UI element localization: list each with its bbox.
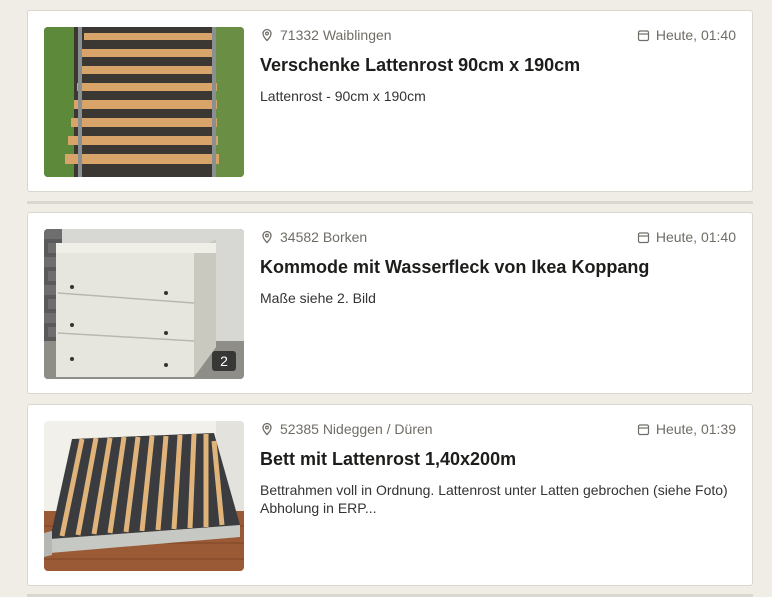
location-text: 34582 Borken [280,229,368,245]
divider [27,201,753,204]
location-text: 71332 Waiblingen [280,27,392,43]
listing-location: 52385 Nideggen / Düren [260,421,433,437]
listing-image[interactable]: 2 [44,229,244,379]
listing-description: Bettrahmen voll in Ordnung. Lattenrost u… [260,482,728,516]
listing-description: Maße siehe 2. Bild [260,290,376,306]
location-text: 52385 Nideggen / Düren [280,421,433,437]
map-pin-icon [260,28,274,42]
listing-card[interactable]: 71332 Waiblingen Heute, 01:40 Verschenke… [27,10,753,192]
map-pin-icon [260,422,274,436]
listing-title[interactable]: Bett mit Lattenrost 1,40x200m [260,449,736,470]
date-text: Heute, 01:39 [655,421,736,437]
image-count-badge: 2 [212,351,236,371]
listing-image[interactable] [44,421,244,571]
listing-image[interactable] [44,27,244,177]
listing-card[interactable]: 2 34582 Borken Heute, 01:40 Kommode mit … [27,212,753,394]
date-text: Heute, 01:40 [655,27,736,43]
date-text: Heute, 01:40 [655,229,736,245]
listing-date: Heute, 01:39 [637,421,736,437]
listing-date: Heute, 01:40 [637,229,736,245]
calendar-icon [637,423,650,436]
listing-location: 71332 Waiblingen [260,27,392,43]
listing-card[interactable]: 52385 Nideggen / Düren Heute, 01:39 Bett… [27,404,753,586]
listing-description: Lattenrost - 90cm x 190cm [260,88,426,104]
listing-location: 34582 Borken [260,229,367,245]
calendar-icon [637,231,650,244]
listing-title[interactable]: Verschenke Lattenrost 90cm x 190cm [260,55,736,76]
listing-date: Heute, 01:40 [637,27,736,43]
listing-title[interactable]: Kommode mit Wasserfleck von Ikea Koppang [260,257,736,278]
calendar-icon [637,29,650,42]
map-pin-icon [260,230,274,244]
